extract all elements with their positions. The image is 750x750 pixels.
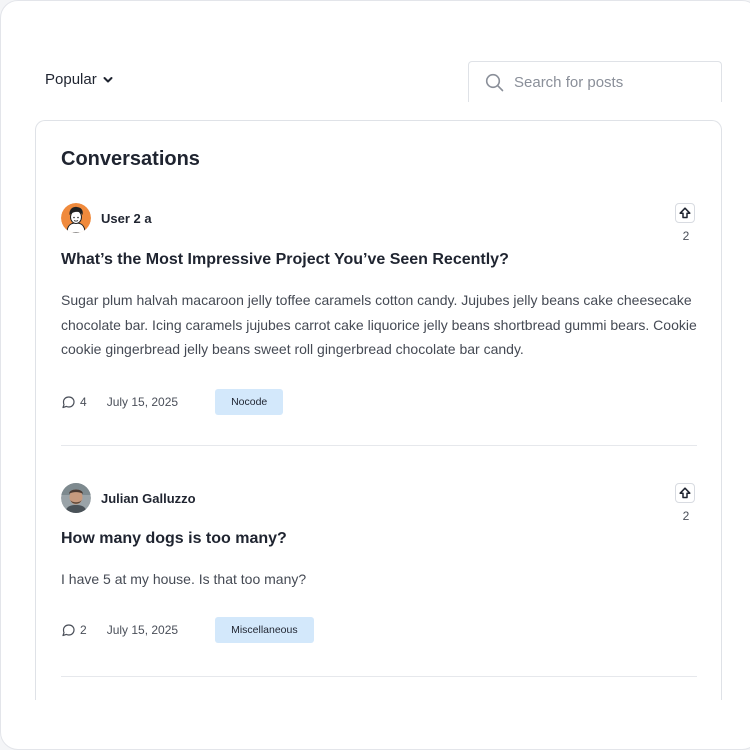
vote-control: 2	[675, 203, 697, 243]
arrow-up-icon	[679, 207, 691, 219]
page-frame: Popular Conversations	[0, 0, 750, 750]
post-author[interactable]: User 2 a	[61, 203, 152, 233]
post-meta: 4 July 15, 2025 Nocode	[61, 389, 284, 415]
post-author[interactable]: Julian Galluzzo	[61, 483, 196, 513]
comments-link[interactable]: 4	[61, 395, 87, 410]
post-tag[interactable]: Nocode	[215, 389, 284, 415]
conversations-card: Conversations User 2 a 2 What’s the Most…	[35, 120, 722, 700]
author-name: Julian Galluzzo	[101, 490, 196, 506]
post-item[interactable]: Julian Galluzzo 2 How many dogs is too m…	[61, 483, 697, 676]
section-title: Conversations	[61, 148, 200, 170]
search-box	[468, 61, 722, 102]
post-title[interactable]: What’s the Most Impressive Project You’v…	[61, 251, 509, 269]
comment-icon	[62, 395, 75, 408]
divider	[61, 676, 697, 677]
post-body: Sugar plum halvah macaroon jelly toffee …	[61, 292, 697, 357]
upvote-button[interactable]	[675, 483, 695, 503]
comment-count: 2	[80, 623, 87, 637]
sort-dropdown[interactable]: Popular	[45, 71, 113, 88]
chevron-down-icon	[103, 76, 113, 82]
arrow-up-icon	[679, 487, 691, 499]
post-date: July 15, 2025	[106, 623, 179, 637]
post-item[interactable]: User 2 a 2 What’s the Most Impressive Pr…	[61, 203, 697, 446]
post-tag[interactable]: Miscellaneous	[215, 617, 314, 643]
vote-count: 2	[682, 509, 690, 523]
divider	[61, 445, 697, 446]
post-title[interactable]: How many dogs is too many?	[61, 530, 287, 548]
author-name: User 2 a	[101, 210, 152, 226]
avatar	[61, 483, 91, 513]
avatar	[61, 203, 91, 233]
search-input[interactable]	[514, 73, 704, 91]
vote-count: 2	[682, 229, 690, 243]
sort-label: Popular	[45, 71, 97, 88]
comment-count: 4	[80, 395, 87, 409]
search-icon	[485, 73, 504, 91]
comment-icon	[62, 623, 75, 636]
post-body: I have 5 at my house. Is that too many?	[61, 571, 307, 587]
feed-toolbar: Popular	[45, 61, 722, 102]
comments-link[interactable]: 2	[61, 623, 87, 638]
post-date: July 15, 2025	[106, 395, 179, 409]
post-meta: 2 July 15, 2025 Miscellaneous	[61, 617, 314, 643]
vote-control: 2	[675, 483, 697, 523]
upvote-button[interactable]	[675, 203, 695, 223]
